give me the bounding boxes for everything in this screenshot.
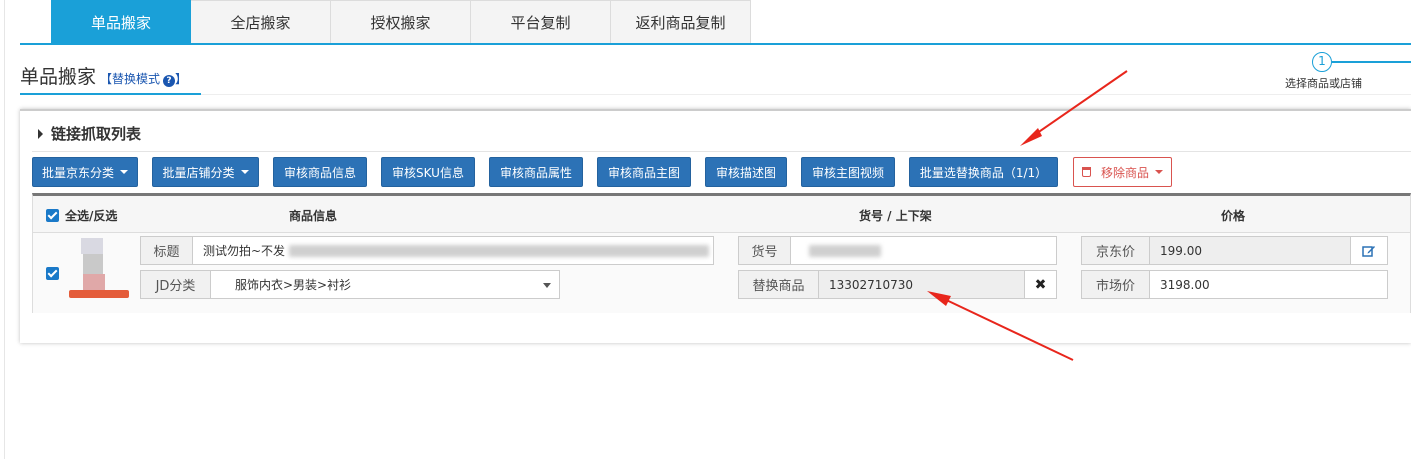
caret-down-icon	[120, 170, 128, 174]
batch-shop-category-button[interactable]: 批量店铺分类	[152, 157, 259, 187]
tab-auth-move[interactable]: 授权搬家	[331, 0, 471, 44]
page-title-text: 单品搬家	[20, 66, 97, 88]
top-tabs: 单品搬家 全店搬家 授权搬家 平台复制 返利商品复制	[51, 0, 751, 44]
jd-category-label: JD分类	[141, 271, 211, 298]
replace-mode-close: 】	[175, 72, 188, 86]
audit-sku-button[interactable]: 审核SKU信息	[381, 157, 475, 187]
batch-jd-category-button[interactable]: 批量京东分类	[32, 157, 138, 187]
title-value: 测试勿拍~不发	[203, 244, 286, 258]
replace-mode-text: 【替换模式	[100, 72, 161, 86]
step-1-circle: 1	[1312, 52, 1332, 72]
link-fetch-panel: 链接抓取列表 批量京东分类 批量店铺分类 审核商品信息 审核SKU信息 审核商品…	[20, 109, 1411, 343]
title-field: 标题 测试勿拍~不发	[140, 236, 714, 265]
goods-thumbnail[interactable]	[69, 238, 129, 300]
trash-icon	[1081, 167, 1091, 177]
sku-field: 货号	[738, 236, 1057, 265]
clear-replace-button[interactable]: ✖	[1024, 271, 1056, 298]
page-title: 单品搬家 【替换模式?】	[20, 62, 187, 89]
market-price-label: 市场价	[1082, 271, 1150, 298]
panel-header-divider	[32, 151, 1411, 152]
audit-attr-button[interactable]: 审核商品属性	[489, 157, 583, 187]
title-input[interactable]: 测试勿拍~不发	[193, 237, 713, 264]
tab-underline	[20, 43, 1411, 45]
remove-goods-label: 移除商品	[1100, 165, 1149, 180]
market-price-field: 市场价 3198.00	[1081, 270, 1388, 299]
step-1-label: 选择商品或店铺	[1285, 77, 1362, 90]
replace-goods-field: 替换商品 13302710730 ✖	[738, 270, 1057, 299]
sku-input[interactable]	[791, 237, 1056, 264]
goods-table: 全选/反选 商品信息 货号 / 上下架 价格 标题 测试勿拍~不发 JD分类 服…	[32, 193, 1411, 313]
batch-shop-category-label: 批量店铺分类	[162, 165, 235, 180]
jd-category-value: 服饰内衣>男装>衬衫	[235, 278, 352, 292]
header-sku-shelf: 货号 / 上下架	[859, 209, 932, 223]
replace-goods-input[interactable]: 13302710730	[819, 271, 1024, 298]
tab-rebate-copy[interactable]: 返利商品复制	[611, 0, 751, 44]
replace-goods-label: 替换商品	[739, 271, 819, 298]
tab-single-move[interactable]: 单品搬家	[51, 0, 191, 44]
market-price-value: 3198.00	[1160, 277, 1210, 292]
caret-right-icon	[38, 128, 43, 139]
audit-desc-image-button[interactable]: 审核描述图	[705, 157, 787, 187]
table-header: 全选/反选 商品信息 货号 / 上下架 价格	[33, 196, 1410, 233]
title-label: 标题	[141, 237, 193, 264]
blurred-text	[289, 244, 710, 257]
tab-platform-copy[interactable]: 平台复制	[471, 0, 611, 44]
panel-header[interactable]: 链接抓取列表	[38, 123, 141, 144]
caret-down-icon	[240, 170, 249, 174]
batch-jd-category-label: 批量京东分类	[41, 165, 114, 180]
select-all-label: 全选/反选	[65, 209, 118, 223]
jd-price-value: 199.00	[1160, 243, 1202, 258]
tab-shop-move[interactable]: 全店搬家	[191, 0, 331, 44]
market-price-input[interactable]: 3198.00	[1150, 271, 1387, 298]
title-divider	[201, 94, 1411, 95]
jd-category-value-wrap: 服饰内衣>男装>衬衫	[211, 271, 559, 298]
caret-down-icon	[1155, 170, 1163, 174]
remove-goods-button[interactable]: 移除商品	[1073, 157, 1172, 187]
select-arrow-icon	[543, 283, 551, 288]
jd-category-select[interactable]: JD分类 服饰内衣>男装>衬衫	[140, 270, 560, 299]
panel-title: 链接抓取列表	[51, 125, 142, 143]
blurred-sku	[809, 244, 881, 257]
replace-mode-link[interactable]: 【替换模式?】	[100, 70, 187, 87]
step-line	[1332, 61, 1411, 63]
audit-main-video-button[interactable]: 审核主图视频	[801, 157, 895, 187]
edit-price-button[interactable]	[1350, 237, 1387, 264]
sku-label: 货号	[739, 237, 791, 264]
table-row: 标题 测试勿拍~不发 JD分类 服饰内衣>男装>衬衫 货号 替换商品 13302…	[33, 233, 1410, 313]
title-underline	[20, 93, 201, 95]
question-icon: ?	[163, 75, 176, 87]
header-goods-info: 商品信息	[289, 209, 338, 223]
left-border	[4, 0, 5, 459]
checkbox-checked-icon[interactable]	[46, 209, 59, 222]
close-icon: ✖	[1034, 276, 1047, 293]
jd-price-label: 京东价	[1082, 237, 1150, 264]
batch-select-replace-button[interactable]: 批量选替换商品（1/1）	[909, 157, 1058, 187]
header-price: 价格	[1221, 209, 1246, 223]
replace-goods-value: 13302710730	[829, 277, 913, 292]
select-all-toggle[interactable]: 全选/反选	[46, 207, 117, 224]
row-checkbox[interactable]	[46, 267, 59, 280]
jd-price-field: 京东价 199.00	[1081, 236, 1388, 265]
audit-main-image-button[interactable]: 审核商品主图	[597, 157, 691, 187]
jd-price-input[interactable]: 199.00	[1150, 237, 1350, 264]
edit-icon	[1362, 245, 1375, 257]
audit-info-button[interactable]: 审核商品信息	[273, 157, 367, 187]
